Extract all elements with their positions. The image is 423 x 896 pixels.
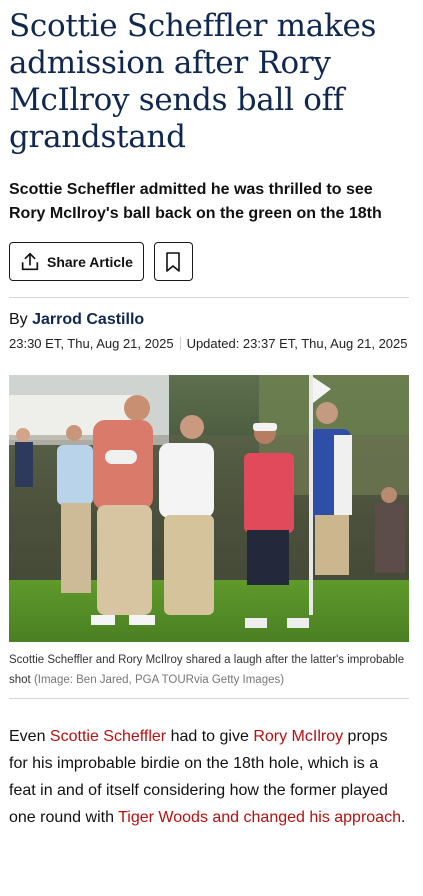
paragraph-text: Even [9,728,50,745]
article-dates: 23:30 ET, Thu, Aug 21, 2025 Updated: 23:3… [9,335,409,353]
paragraph-text: had to give [166,728,254,745]
bookmark-button[interactable] [153,242,193,281]
tiger-woods-link[interactable]: Tiger Woods and changed his approach [118,809,401,826]
published-time: 23:30 ET, Thu, Aug 21, 2025 [9,336,174,351]
article-headline: Scottie Scheffler makes admission after … [9,8,377,155]
byline: By Jarrod Castillo [9,311,409,329]
divider [9,698,409,699]
scottie-scheffler-link[interactable]: Scottie Scheffler [50,728,166,745]
photo-credit: (Image: Ben Jared, PGA TOURvia Getty Ima… [33,674,285,686]
share-upload-icon [21,252,39,270]
article-paragraph: Even Scottie Scheffler had to give Rory … [9,723,409,831]
article-subheadline: Scottie Scheffler admitted he was thrill… [9,181,382,222]
photo-caption: Scottie Scheffler and Rory McIlroy share… [9,650,409,690]
article-photo [9,375,409,642]
date-separator [179,337,181,350]
paragraph-text: . [400,809,406,826]
share-article-button[interactable]: Share Article [9,242,144,281]
rory-mcilroy-link[interactable]: Rory McIlroy [253,728,343,745]
share-article-label: Share Article [47,253,133,270]
divider [9,297,409,298]
byline-prefix: By [9,311,28,328]
author-link[interactable]: Jarrod Castillo [32,311,144,328]
article-actions: Share Article [9,242,409,281]
updated-time: Updated: 23:37 ET, Thu, Aug 21, 2025 [186,336,408,351]
bookmark-icon [166,251,181,272]
